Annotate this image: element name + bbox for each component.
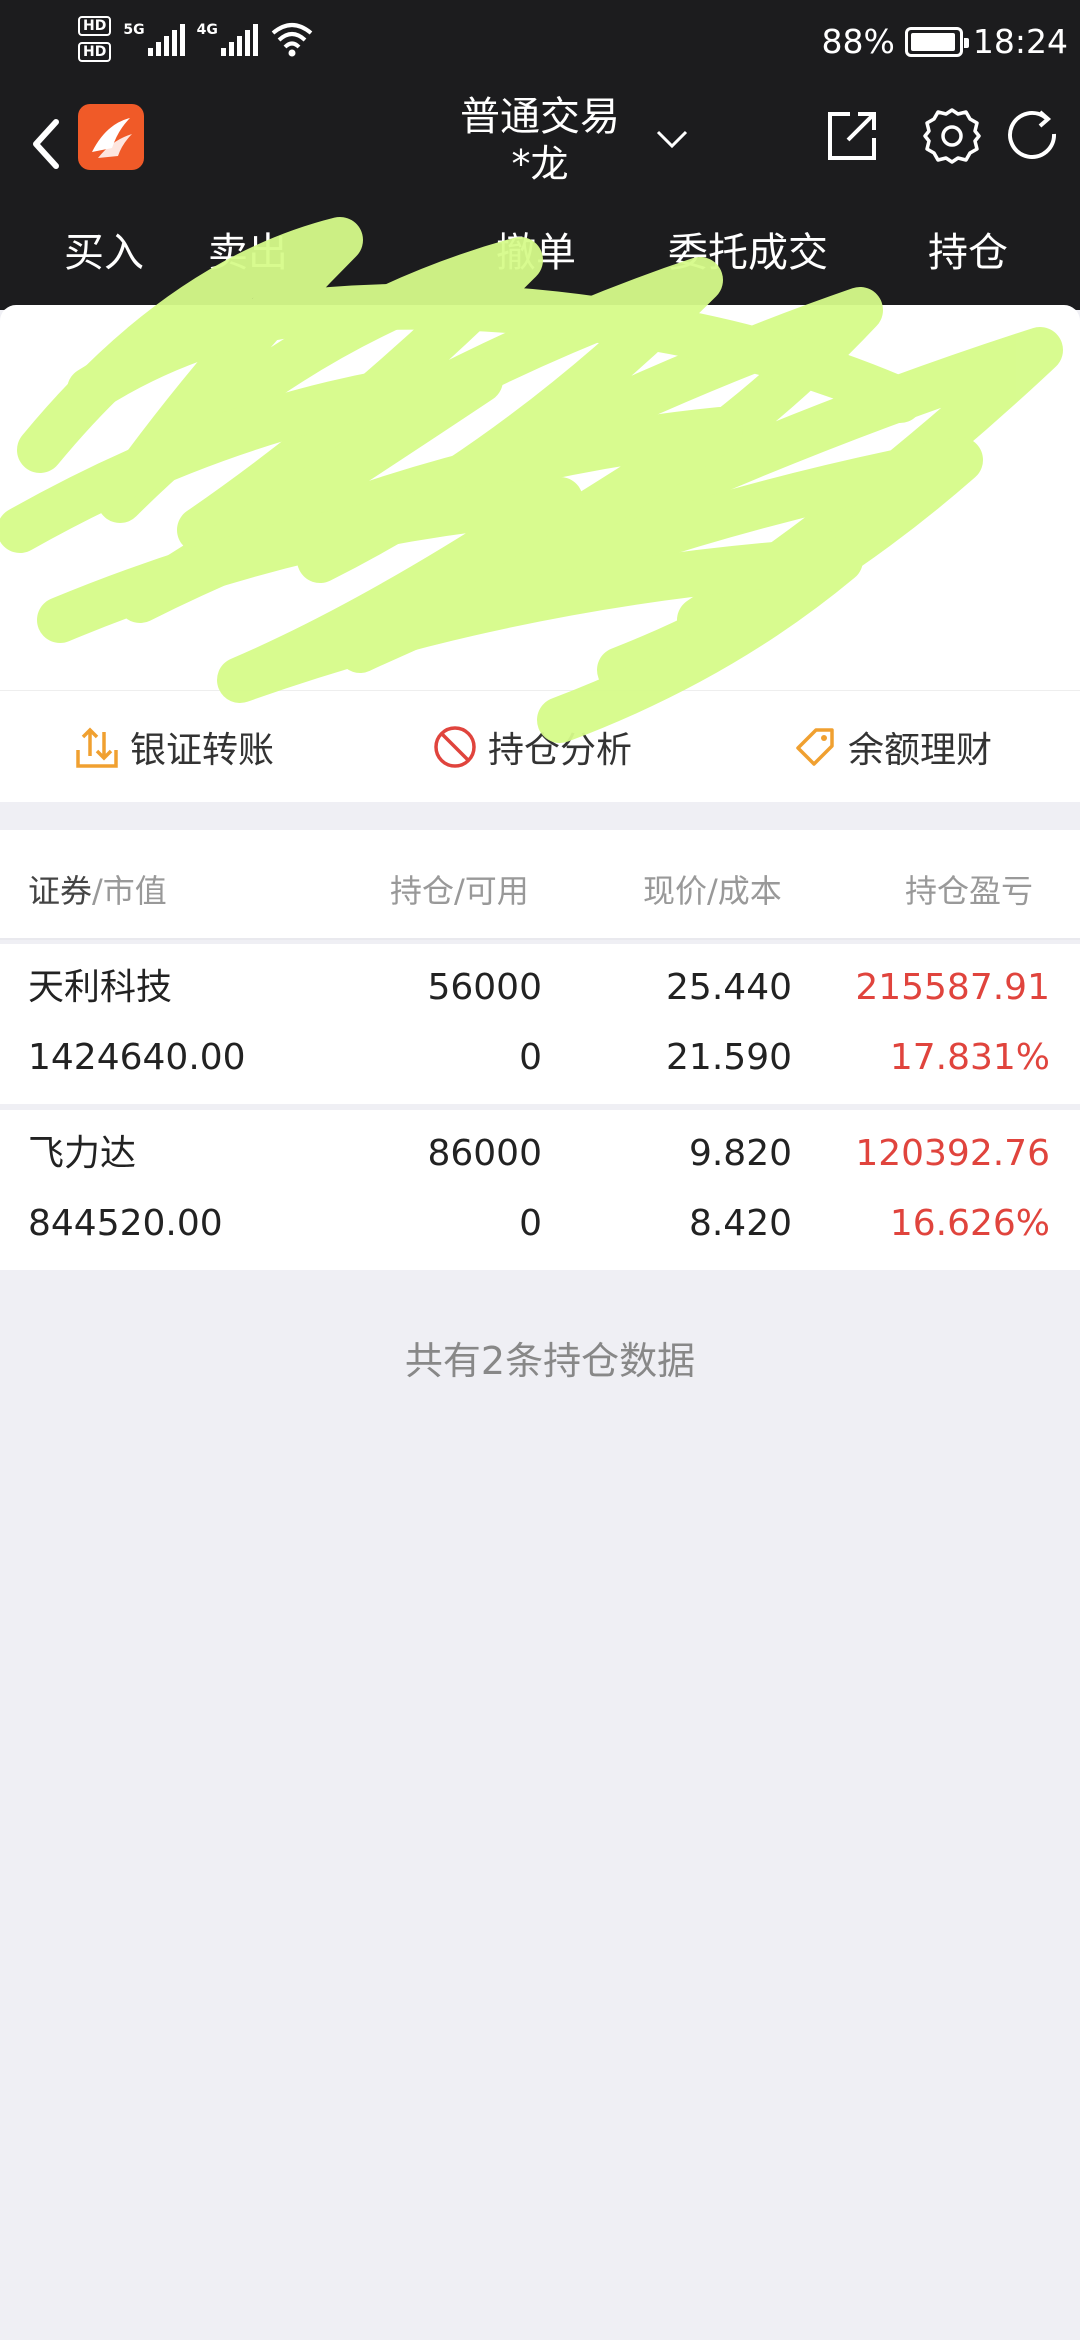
share-icon[interactable]: [820, 104, 884, 168]
table-row[interactable]: 飞力达 844520.00 86000 0 9.820 8.420 120392…: [0, 1110, 1080, 1270]
battery-icon: [904, 26, 969, 57]
analysis-label: 持仓分析: [488, 730, 633, 771]
tab-buy[interactable]: 买入: [64, 228, 144, 278]
positions-count-note: 共有2条持仓数据: [404, 1339, 696, 1383]
tab-cancel[interactable]: 撤单: [496, 228, 576, 278]
current-price: 25.440: [666, 967, 792, 1008]
market-value: 844520.00: [28, 1203, 223, 1244]
signal-5g-icon: 5G: [123, 22, 185, 56]
transfer-label: 银证转账: [130, 730, 275, 771]
pnl-amount: 215587.91: [855, 967, 1050, 1008]
header-position-available[interactable]: 持仓/可用: [390, 866, 529, 912]
tab-positions[interactable]: 持仓: [928, 228, 1008, 278]
cost-price: 8.420: [688, 1203, 792, 1244]
gear-icon[interactable]: [920, 104, 984, 168]
transfer-icon: [76, 727, 118, 768]
pnl-percent: 17.831%: [889, 1037, 1050, 1078]
header-price-cost[interactable]: 现价/成本: [643, 866, 782, 912]
tab-sell[interactable]: 卖出: [208, 228, 288, 278]
nav-bar: 普通交易 *龙: [0, 90, 1080, 202]
refresh-icon[interactable]: [1000, 104, 1064, 168]
position-qty: 86000: [427, 1133, 542, 1174]
trade-tabs: 买入 卖出 撤单 委托成交 持仓: [0, 202, 1080, 310]
security-name: 天利科技: [28, 967, 173, 1008]
available-qty: 0: [519, 1203, 542, 1244]
clock: 18:24: [972, 22, 1068, 61]
position-analysis-button[interactable]: 持仓分析: [430, 721, 632, 773]
header-pnl[interactable]: 持仓盈亏: [905, 866, 1033, 912]
hd-badge-2: HD: [78, 42, 112, 62]
cost-price: 21.590: [666, 1037, 792, 1078]
position-qty: 56000: [427, 967, 542, 1008]
status-bar: HD HD 5G 4G 88% 18:24: [0, 0, 1080, 90]
account-summary-card: [0, 305, 1080, 690]
table-row[interactable]: 天利科技 1424640.00 56000 0 25.440 21.590 21…: [0, 944, 1080, 1104]
transfer-button[interactable]: 银证转账: [72, 721, 274, 773]
hd-badge-1: HD: [78, 16, 112, 36]
pnl-amount: 120392.76: [855, 1133, 1050, 1174]
pnl-percent: 16.626%: [889, 1203, 1050, 1244]
wealth-label: 余额理财: [848, 730, 993, 771]
available-qty: 0: [519, 1037, 542, 1078]
quick-actions: 银证转账 持仓分析 余额理财: [0, 690, 1080, 802]
current-price: 9.820: [688, 1133, 792, 1174]
wifi-icon: [271, 23, 313, 57]
analysis-icon: [434, 726, 476, 768]
signal-indicators: HD HD 5G 4G: [78, 16, 314, 62]
market-value: 1424640.00: [28, 1037, 246, 1078]
app-logo-icon: [78, 104, 144, 170]
security-name: 飞力达: [28, 1133, 137, 1174]
wealth-button[interactable]: 余额理财: [790, 721, 992, 773]
tab-orders[interactable]: 委托成交: [668, 228, 828, 278]
chevron-down-icon[interactable]: [650, 118, 694, 158]
signal-4g-icon: 4G: [197, 22, 258, 56]
header-security-value[interactable]: 证券/市值: [28, 866, 167, 912]
positions-table-header: 证券/市值 持仓/可用 现价/成本 持仓盈亏: [0, 830, 1080, 940]
battery-percent: 88%: [821, 22, 895, 61]
wealth-icon: [796, 728, 834, 766]
back-icon[interactable]: [22, 112, 72, 176]
